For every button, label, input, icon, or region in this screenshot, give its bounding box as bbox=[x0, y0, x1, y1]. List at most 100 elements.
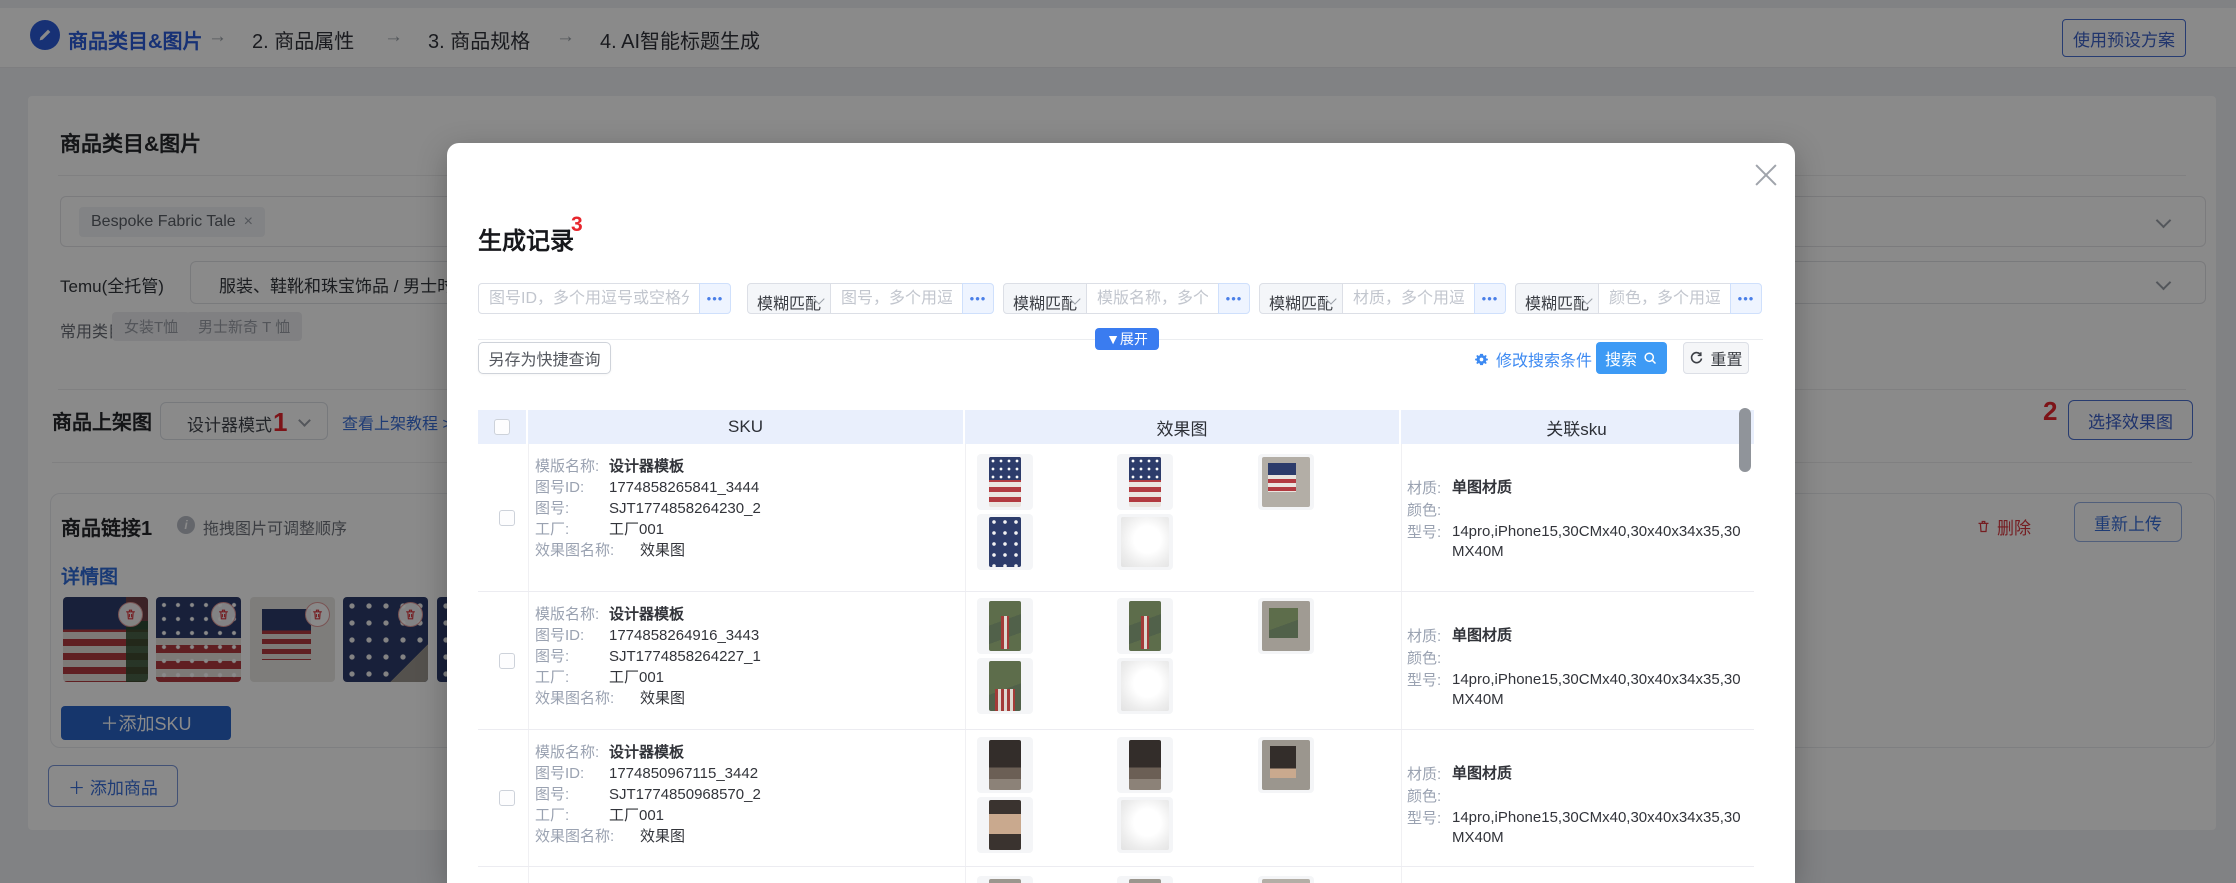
divider bbox=[528, 444, 529, 591]
sku-details: 模版名称: 设计器模板 图号ID: 1774850967115_3442 图号: SJ… bbox=[535, 742, 761, 847]
divider bbox=[1401, 592, 1402, 729]
expand-filters-button[interactable]: ▼展开 bbox=[1095, 328, 1159, 350]
material-filter-input[interactable] bbox=[1342, 283, 1475, 314]
save-quick-query-button[interactable]: 另存为快捷查询 bbox=[478, 342, 611, 374]
effect-image[interactable] bbox=[977, 514, 1033, 570]
template-filter-more-button[interactable]: ••• bbox=[1218, 283, 1250, 314]
effect-image[interactable] bbox=[1258, 876, 1314, 883]
template-match-select[interactable]: 模糊匹配 bbox=[1003, 283, 1087, 314]
gear-icon bbox=[1475, 353, 1488, 365]
image-no-filter-more-button[interactable]: ••• bbox=[962, 283, 994, 314]
factory-label: 工厂: bbox=[535, 807, 570, 824]
close-icon[interactable] bbox=[1755, 161, 1777, 183]
outfit-photo bbox=[1129, 879, 1161, 883]
search-button[interactable]: 搜索 bbox=[1596, 342, 1667, 374]
related-sku-details: 材质: 单图材质 颜色: 型号: 14pro,iPhone15,30CMx40,30… bbox=[1407, 626, 1748, 710]
effect-image[interactable] bbox=[1117, 454, 1173, 510]
material-value: 单图材质 bbox=[1452, 627, 1513, 644]
image-id-label: 图号ID: bbox=[535, 479, 585, 496]
column-header-related-sku: 关联sku bbox=[1546, 419, 1607, 439]
annotation-marker-3: 3 bbox=[571, 213, 583, 236]
factory-value: 工厂001 bbox=[609, 521, 665, 538]
image-no-match-select[interactable]: 模糊匹配 bbox=[747, 283, 831, 314]
refresh-icon bbox=[1691, 351, 1703, 363]
effect-image[interactable] bbox=[1117, 514, 1173, 570]
divider bbox=[965, 867, 966, 883]
image-no-filter-input[interactable] bbox=[830, 283, 963, 314]
effect-image[interactable] bbox=[1117, 598, 1173, 654]
match-mode-value: 模糊匹配 bbox=[1269, 296, 1334, 313]
factory-value: 工厂001 bbox=[609, 807, 665, 824]
effect-image[interactable] bbox=[977, 454, 1033, 510]
effect-image[interactable] bbox=[1117, 658, 1173, 714]
effect-image[interactable] bbox=[977, 797, 1033, 853]
modify-search-link[interactable]: 修改搜索条件 bbox=[1473, 347, 1592, 371]
effect-name-value: 效果图 bbox=[640, 828, 686, 845]
reset-label: 重置 bbox=[1710, 352, 1743, 369]
effect-image[interactable] bbox=[977, 658, 1033, 714]
match-mode-value: 模糊匹配 bbox=[1013, 296, 1078, 313]
effect-image[interactable] bbox=[1258, 598, 1314, 654]
material-filter-more-button[interactable]: ••• bbox=[1474, 283, 1506, 314]
material-match-select[interactable]: 模糊匹配 bbox=[1259, 283, 1343, 314]
outfit-photo bbox=[1262, 879, 1310, 883]
effect-image[interactable] bbox=[1117, 737, 1173, 793]
effect-image[interactable] bbox=[1117, 876, 1173, 883]
screen: 商品类目&图片 → 2. 商品属性 → 3. 商品规格 → 4. AI智能标题生… bbox=[0, 0, 2236, 883]
color-filter-more-button[interactable]: ••• bbox=[1730, 283, 1762, 314]
template-value: 设计器模板 bbox=[609, 458, 685, 475]
divider bbox=[528, 730, 529, 866]
row-checkbox[interactable] bbox=[499, 509, 515, 526]
camo-outfit-photo bbox=[989, 601, 1021, 651]
table-row-partial bbox=[478, 867, 1754, 883]
image-no-label: 图号: bbox=[535, 786, 570, 803]
template-value: 设计器模板 bbox=[609, 744, 685, 761]
sku-details: 模版名称: 设计器模板 图号ID: 1774858264916_3443 图号: SJ… bbox=[535, 604, 761, 709]
row-checkbox[interactable] bbox=[499, 652, 515, 669]
reset-button[interactable]: 重置 bbox=[1683, 342, 1749, 374]
divider bbox=[1401, 444, 1402, 591]
effect-image[interactable] bbox=[977, 598, 1033, 654]
model-label: 型号: bbox=[1407, 672, 1442, 689]
effect-name-value: 效果图 bbox=[640, 690, 686, 707]
divider bbox=[1401, 867, 1402, 883]
select-all-checkbox[interactable] bbox=[494, 419, 510, 435]
image-no-value: SJT1774858264230_2 bbox=[609, 500, 761, 517]
template-label: 模版名称: bbox=[535, 458, 600, 475]
effect-name-value: 效果图 bbox=[640, 542, 686, 559]
color-label: 颜色: bbox=[1407, 502, 1442, 519]
row-checkbox[interactable] bbox=[499, 790, 515, 806]
factory-label: 工厂: bbox=[535, 669, 570, 686]
factory-value: 工厂001 bbox=[609, 669, 665, 686]
image-no-value: SJT1774858264227_1 bbox=[609, 648, 761, 665]
dark-face-photo bbox=[989, 800, 1021, 850]
factory-label: 工厂: bbox=[535, 521, 570, 538]
effect-image[interactable] bbox=[977, 876, 1033, 883]
image-id-filter-input[interactable] bbox=[478, 283, 700, 314]
template-label: 模版名称: bbox=[535, 606, 600, 623]
table-row: 模版名称: 设计器模板 图号ID: 1774850967115_3442 图号: SJ… bbox=[478, 730, 1754, 867]
column-header-sku: SKU bbox=[528, 410, 965, 444]
color-filter-input[interactable] bbox=[1598, 283, 1731, 314]
image-id-label: 图号ID: bbox=[535, 765, 585, 782]
material-label: 材质: bbox=[1407, 480, 1442, 497]
flag-stars-photo bbox=[989, 517, 1021, 567]
template-name-filter-input[interactable] bbox=[1086, 283, 1219, 314]
model-label: 型号: bbox=[1407, 524, 1442, 541]
search-label: 搜索 bbox=[1604, 352, 1637, 369]
model-value: 14pro,iPhone15,30CMx40,30x40x34x35,30MX4… bbox=[1452, 809, 1741, 846]
effect-image[interactable] bbox=[977, 737, 1033, 793]
effect-image[interactable] bbox=[1117, 797, 1173, 853]
material-value: 单图材质 bbox=[1452, 765, 1513, 782]
model-value: 14pro,iPhone15,30CMx40,30x40x34x35,30MX4… bbox=[1452, 523, 1741, 560]
divider bbox=[528, 867, 529, 883]
fabric-photo bbox=[1121, 800, 1169, 850]
select-all-cell bbox=[478, 410, 528, 444]
effect-image[interactable] bbox=[1258, 454, 1314, 510]
image-id-value: 1774858264916_3443 bbox=[609, 627, 760, 644]
color-match-select[interactable]: 模糊匹配 bbox=[1515, 283, 1599, 314]
scrollbar-thumb[interactable] bbox=[1739, 408, 1751, 472]
effect-image[interactable] bbox=[1258, 737, 1314, 793]
image-id-filter-more-button[interactable]: ••• bbox=[699, 283, 731, 314]
material-value: 单图材质 bbox=[1452, 479, 1513, 496]
